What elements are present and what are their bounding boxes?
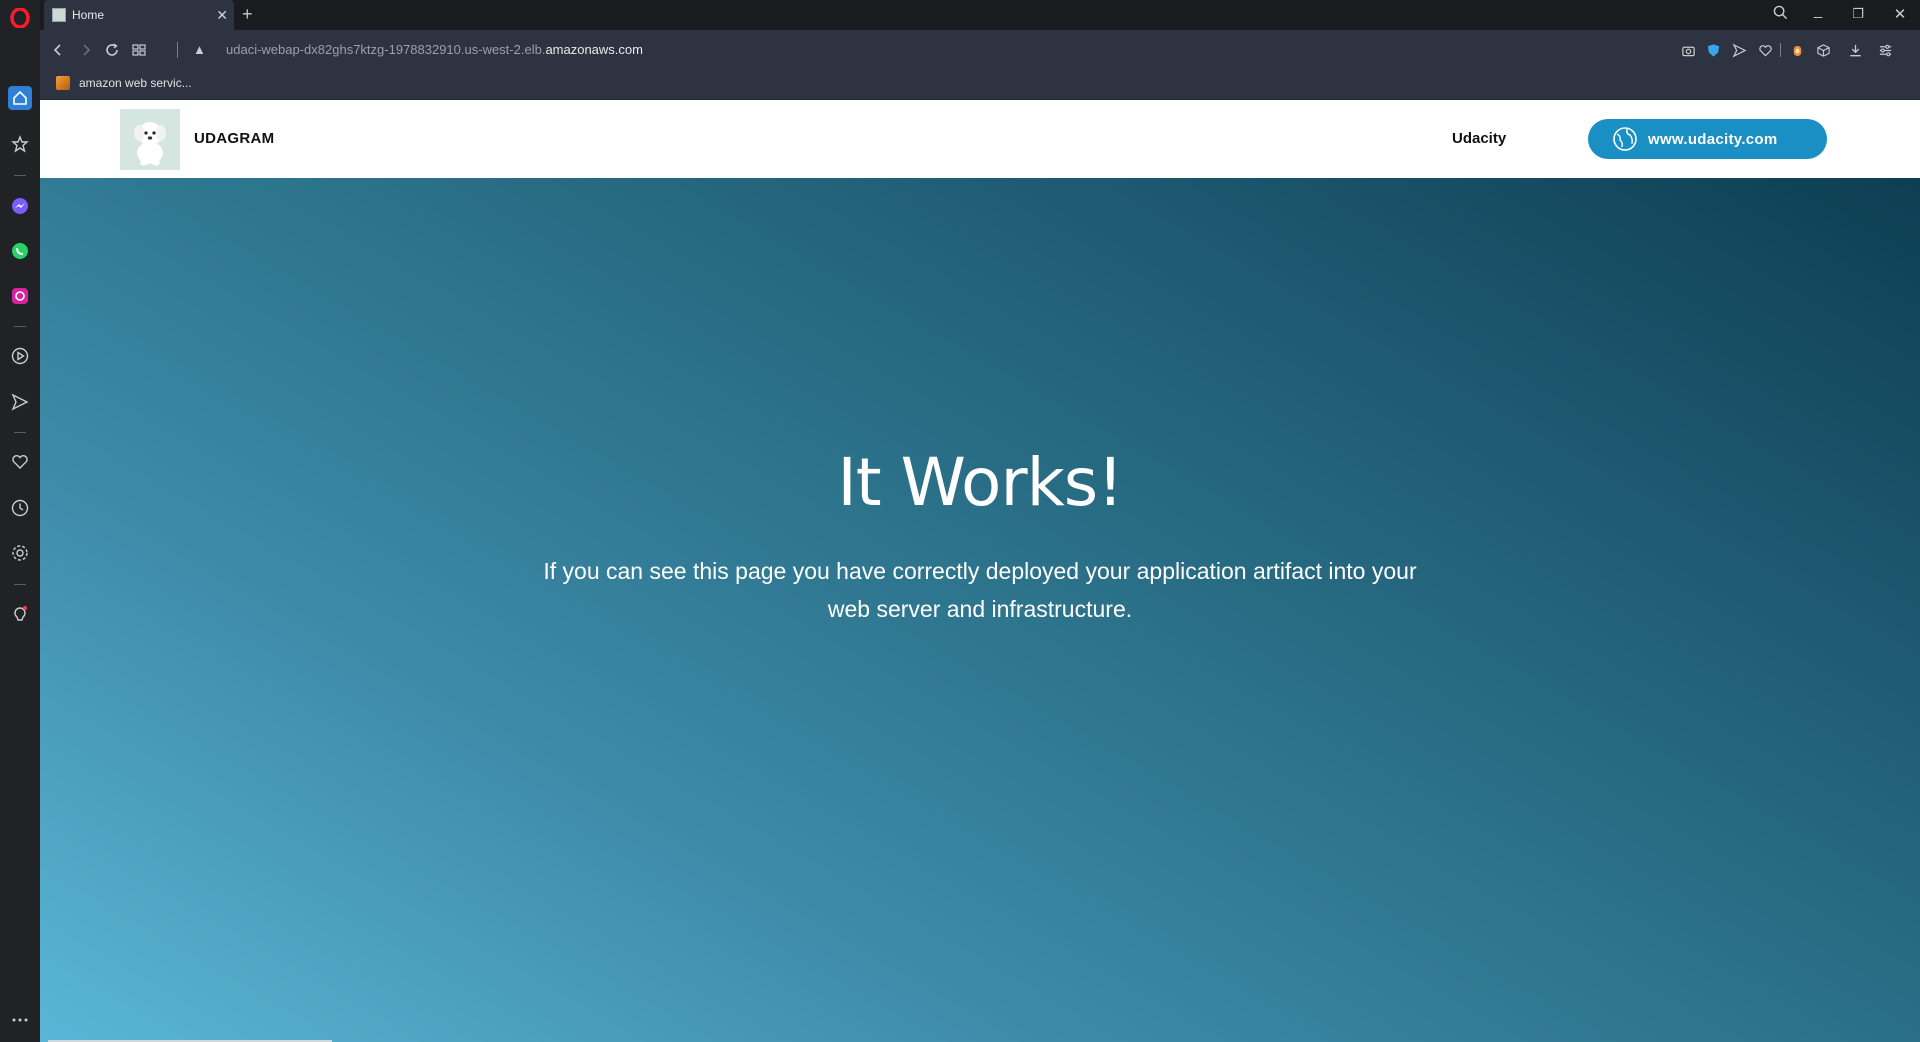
lightbulb-icon[interactable]: [8, 602, 32, 626]
camera-icon[interactable]: [1679, 41, 1697, 59]
send-icon[interactable]: [8, 390, 32, 414]
cta-label: www.udacity.com: [1648, 130, 1778, 148]
tab-title: Home: [72, 8, 105, 22]
search-icon[interactable]: [1770, 5, 1790, 24]
sidebar-divider: [14, 326, 26, 327]
player-icon[interactable]: [8, 344, 32, 368]
tab-home[interactable]: Home ✕: [44, 0, 234, 30]
tab-favicon-icon: [52, 8, 66, 22]
opera-logo-icon[interactable]: [8, 6, 32, 30]
easy-setup-icon[interactable]: [1876, 41, 1894, 59]
more-icon[interactable]: [8, 1008, 32, 1032]
forward-icon[interactable]: [76, 40, 96, 60]
heart-icon[interactable]: [8, 450, 32, 474]
hero-title: It Works!: [837, 444, 1123, 521]
url-path: udaci-webap-dx82ghs7ktzg-1978832910.us-w…: [226, 42, 546, 57]
close-icon[interactable]: ✕: [216, 7, 228, 23]
minimize-icon[interactable]: _: [1808, 2, 1828, 19]
not-secure-warning-icon[interactable]: ▲: [193, 42, 206, 57]
extension-icon[interactable]: [1788, 41, 1806, 59]
browser-sidebar: [0, 0, 40, 1042]
tab-strip: Home ✕ + _ ❐ ✕: [40, 0, 1920, 30]
speed-dial-icon[interactable]: [129, 40, 149, 60]
udagram-logo-dog-image[interactable]: [120, 109, 180, 170]
url-field[interactable]: udaci-webap-dx82ghs7ktzg-1978832910.us-w…: [226, 42, 643, 57]
aws-favicon-icon: [56, 76, 70, 90]
history-icon[interactable]: [8, 496, 32, 520]
sidebar-divider: [14, 175, 26, 176]
hero-section: It Works! If you can see this page you h…: [40, 178, 1920, 1042]
sidebar-divider: [14, 584, 26, 585]
home-icon[interactable]: [8, 86, 32, 110]
back-icon[interactable]: [48, 40, 68, 60]
bookmarks-bar: amazon web servic...: [40, 70, 1920, 100]
shield-icon[interactable]: [1704, 41, 1722, 59]
download-icon[interactable]: [1846, 41, 1864, 59]
reload-icon[interactable]: [102, 40, 122, 60]
new-tab-button[interactable]: +: [242, 4, 253, 25]
heart-icon[interactable]: [1756, 41, 1774, 59]
hero-description: If you can see this page you have correc…: [543, 558, 1417, 622]
whatsapp-icon[interactable]: [8, 239, 32, 263]
site-brand[interactable]: UDAGRAM: [194, 130, 274, 147]
settings-icon[interactable]: [8, 541, 32, 565]
address-bar: ▲ udaci-webap-dx82ghs7ktzg-1978832910.us…: [40, 30, 1920, 70]
address-divider: [177, 42, 178, 58]
window-close-icon[interactable]: ✕: [1890, 5, 1910, 23]
bookmark-label: amazon web servic...: [79, 76, 192, 90]
sidebar-divider: [14, 432, 26, 433]
star-icon[interactable]: [8, 132, 32, 156]
nav-link-udacity[interactable]: Udacity: [1452, 130, 1506, 147]
cube-icon[interactable]: [1814, 41, 1832, 59]
toolbar-divider: [1780, 43, 1781, 57]
messenger-icon[interactable]: [8, 194, 32, 218]
instagram-icon[interactable]: [8, 284, 32, 308]
globe-icon: [1613, 127, 1637, 151]
bookmark-aws[interactable]: amazon web servic...: [56, 76, 192, 90]
url-domain: amazonaws.com: [545, 42, 643, 57]
restore-icon[interactable]: ❐: [1848, 6, 1868, 22]
udacity-website-button[interactable]: www.udacity.com: [1588, 119, 1827, 159]
site-header: UDAGRAM Udacity www.udacity.com: [40, 100, 1920, 178]
page-viewport: UDAGRAM Udacity www.udacity.com It Works…: [40, 100, 1920, 1042]
send-icon[interactable]: [1730, 41, 1748, 59]
